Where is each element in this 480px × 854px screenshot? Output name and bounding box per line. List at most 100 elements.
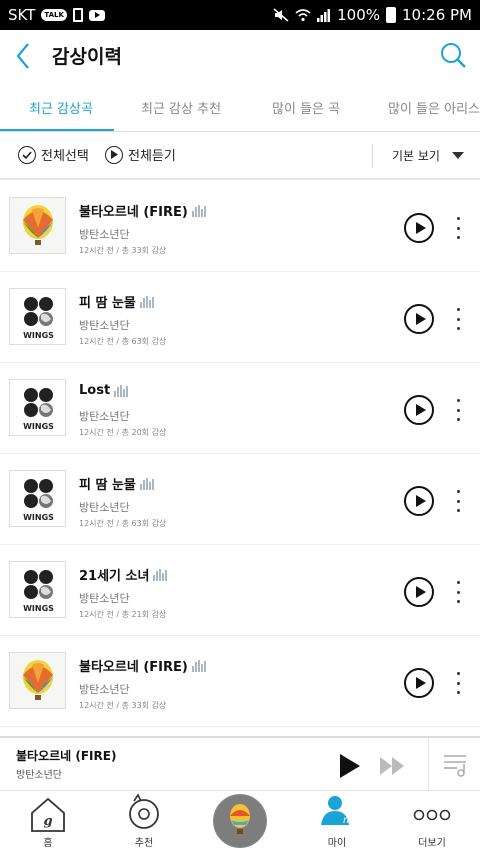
song-title: 피 땀 눈물 — [79, 474, 154, 493]
song-title-text: 불타오르네 (FIRE) — [79, 660, 188, 675]
next-track-icon[interactable] — [380, 757, 406, 775]
album-thumbnail[interactable] — [9, 197, 66, 254]
nav-home[interactable]: g 홈 — [8, 791, 88, 854]
tab-most-played-artists[interactable]: 많이 들은 아리스트 — [388, 98, 480, 117]
song-title: 피 땀 눈물 — [79, 292, 154, 311]
play-button[interactable] — [404, 213, 434, 243]
more-options-icon[interactable] — [452, 672, 464, 694]
wings-album-text: WINGS — [23, 513, 54, 522]
now-playing-album-button[interactable] — [213, 794, 267, 848]
more-options-icon[interactable] — [452, 490, 464, 512]
select-all-button[interactable]: 전체선택 — [18, 145, 89, 164]
play-button[interactable] — [404, 668, 434, 698]
wings-album-art: WINGS — [10, 380, 65, 435]
wings-album-text: WINGS — [23, 331, 54, 340]
status-bar: SKT TALK 100% 10:26 PM — [0, 0, 480, 30]
song-list: 불타오르네 (FIRE) 방탄소년단 12시간 전 / 총 33회 감상 WIN… — [0, 181, 480, 727]
song-play-info: 12시간 전 / 총 21회 감상 — [79, 610, 167, 619]
song-title: 21세기 소녀 — [79, 565, 168, 584]
play-button[interactable] — [404, 304, 434, 334]
nav-more[interactable]: 더보기 — [392, 791, 472, 854]
more-options-icon[interactable] — [452, 581, 464, 603]
tab-bar: 최근 감상곡 최근 감상 추천 많이 들은 곡 많이 들은 아리스트 — [0, 82, 480, 132]
nav-home-label: 홈 — [43, 838, 53, 849]
playlist-button[interactable] — [442, 752, 468, 778]
song-artist[interactable]: 방탄소년단 — [79, 590, 130, 606]
song-row[interactable]: WINGS 피 땀 눈물 방탄소년단 12시간 전 / 총 63회 감상 — [0, 272, 480, 363]
back-button[interactable] — [10, 40, 38, 72]
song-play-info: 12시간 전 / 총 63회 감상 — [79, 519, 167, 528]
status-right: 100% 10:26 PM — [273, 6, 472, 24]
song-row[interactable]: 불타오르네 (FIRE) 방탄소년단 12시간 전 / 총 33회 감상 — [0, 636, 480, 727]
balloon-album-art — [10, 653, 65, 708]
album-thumbnail[interactable]: WINGS — [9, 288, 66, 345]
nav-recommend[interactable]: 추천 — [104, 791, 184, 854]
song-title-text: 피 땀 눈물 — [79, 296, 136, 311]
song-row[interactable]: WINGS Lost 방탄소년단 12시간 전 / 총 20회 감상 — [0, 363, 480, 454]
song-row[interactable]: WINGS 피 땀 눈물 방탄소년단 12시간 전 / 총 63회 감상 — [0, 454, 480, 545]
home-icon: g — [31, 797, 65, 832]
song-title: 불타오르네 (FIRE) — [79, 201, 206, 220]
more-options-icon[interactable] — [452, 308, 464, 330]
more-icon — [413, 809, 451, 821]
sort-dropdown[interactable]: 기본 보기 — [392, 147, 440, 164]
now-playing-title: 불타오르네 (FIRE) — [16, 749, 117, 763]
more-options-icon[interactable] — [452, 399, 464, 421]
song-title-text: 21세기 소녀 — [79, 569, 150, 584]
song-row[interactable]: 불타오르네 (FIRE) 방탄소년단 12시간 전 / 총 33회 감상 — [0, 181, 480, 272]
song-artist[interactable]: 방탄소년단 — [79, 226, 130, 242]
album-thumbnail[interactable]: WINGS — [9, 561, 66, 618]
playlist-icon — [444, 755, 466, 777]
tab-most-played-songs[interactable]: 많이 들은 곡 — [272, 98, 340, 117]
search-icon — [441, 43, 466, 68]
mute-icon — [273, 8, 289, 22]
list-toolbar: 전체선택 전체듣기 기본 보기 — [0, 132, 480, 180]
mini-player[interactable]: 불타오르네 (FIRE) 방탄소년단 — [0, 736, 480, 792]
clock: 10:26 PM — [402, 6, 472, 24]
song-artist[interactable]: 방탄소년단 — [79, 408, 130, 424]
wings-album-text: WINGS — [23, 422, 54, 431]
nav-more-label: 더보기 — [418, 838, 446, 849]
play-all-button[interactable]: 전체듣기 — [105, 145, 176, 164]
song-title: 불타오르네 (FIRE) — [79, 656, 206, 675]
equalizer-icon — [191, 204, 206, 217]
nav-recommend-label: 추천 — [134, 838, 154, 849]
play-button[interactable] — [404, 486, 434, 516]
tab-recent-songs[interactable]: 최근 감상곡 — [29, 98, 93, 117]
album-thumbnail[interactable]: WINGS — [9, 470, 66, 527]
album-thumbnail[interactable]: WINGS — [9, 379, 66, 436]
check-circle-icon — [18, 145, 36, 164]
play-icon[interactable] — [340, 754, 360, 778]
nav-my[interactable]: my 마이 — [297, 791, 377, 854]
song-play-info: 12시간 전 / 총 33회 감상 — [79, 701, 167, 710]
song-artist[interactable]: 방탄소년단 — [79, 317, 130, 333]
wings-album-art: WINGS — [10, 562, 65, 617]
song-artist[interactable]: 방탄소년단 — [79, 681, 130, 697]
play-circle-icon — [105, 145, 123, 164]
play-button[interactable] — [404, 577, 434, 607]
play-button[interactable] — [404, 395, 434, 425]
toolbar-divider — [372, 144, 373, 168]
kakaotalk-icon: TALK — [41, 9, 67, 21]
balloon-album-icon — [214, 795, 266, 847]
caret-down-icon[interactable] — [452, 152, 464, 159]
equalizer-icon — [114, 384, 129, 397]
tab-recent-recommend[interactable]: 최근 감상 추천 — [141, 98, 221, 117]
song-title: Lost — [79, 383, 129, 398]
song-play-info: 12시간 전 / 총 20회 감상 — [79, 428, 167, 437]
wings-album-art: WINGS — [10, 471, 65, 526]
now-playing-artist: 방탄소년단 — [16, 770, 62, 781]
song-row[interactable]: WINGS 21세기 소녀 방탄소년단 12시간 전 / 총 21회 감상 — [0, 545, 480, 636]
equalizer-icon — [139, 295, 154, 308]
balloon-album-art — [10, 198, 65, 253]
wings-album-text: WINGS — [23, 604, 54, 613]
more-options-icon[interactable] — [452, 217, 464, 239]
status-left: SKT TALK — [8, 6, 105, 24]
song-play-info: 12시간 전 / 총 33회 감상 — [79, 246, 167, 255]
song-play-info: 12시간 전 / 총 63회 감상 — [79, 337, 167, 346]
album-thumbnail[interactable] — [9, 652, 66, 709]
carrier-label: SKT — [8, 6, 36, 24]
youtube-icon — [88, 9, 105, 21]
song-artist[interactable]: 방탄소년단 — [79, 499, 130, 515]
search-button[interactable] — [438, 40, 468, 72]
